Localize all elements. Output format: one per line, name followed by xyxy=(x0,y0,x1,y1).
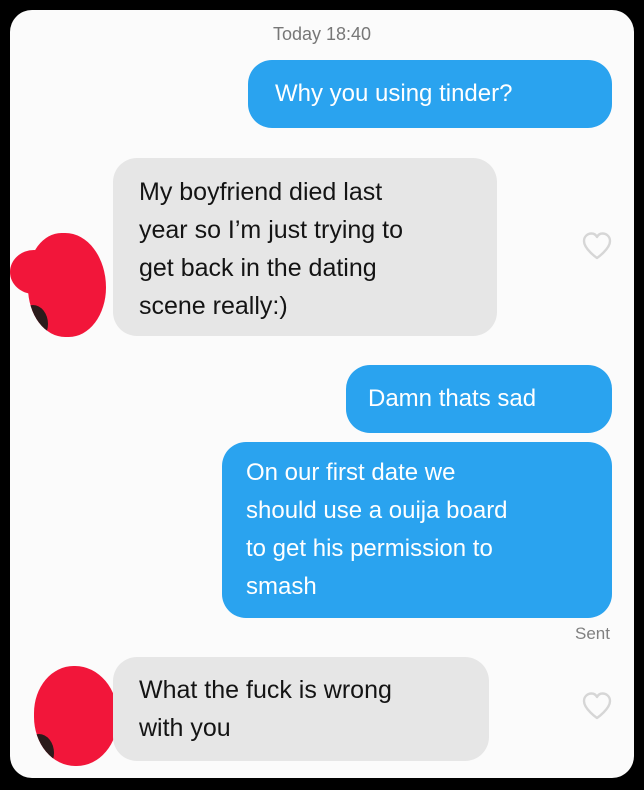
avatar[interactable] xyxy=(28,233,106,337)
message-line: My boyfriend died last xyxy=(139,178,383,206)
timestamp: Today 18:40 xyxy=(272,24,372,44)
message-line: to get his permission to xyxy=(246,535,493,562)
heart-outline-icon[interactable] xyxy=(581,690,613,722)
message-line: scene really:) xyxy=(139,292,288,320)
outgoing-message-bubble[interactable]: Damn thats sad xyxy=(346,365,612,433)
message-line: What the fuck is wrong xyxy=(139,676,392,704)
message-line: year so I’m just trying to xyxy=(139,216,403,244)
outgoing-message-bubble[interactable]: Why you using tinder? xyxy=(248,60,612,128)
message-line: Why you using tinder? xyxy=(275,80,513,107)
message-line: Damn thats sad xyxy=(368,385,537,412)
message-line: should use a ouija board xyxy=(246,497,508,524)
avatar-shadow xyxy=(34,734,54,766)
outgoing-message-bubble[interactable]: On our first date we should use a ouija … xyxy=(222,442,612,618)
chat-window: Today 18:40 Why you using tinder? My boy… xyxy=(10,10,634,778)
message-line: get back in the dating xyxy=(139,254,377,282)
sent-status: Sent xyxy=(575,624,610,643)
avatar[interactable] xyxy=(34,666,118,766)
incoming-message-bubble[interactable]: What the fuck is wrong with you xyxy=(113,657,489,761)
incoming-message-bubble[interactable]: My boyfriend died last year so I’m just … xyxy=(113,158,497,336)
message-line: smash xyxy=(246,573,317,600)
heart-outline-icon[interactable] xyxy=(581,230,613,262)
avatar-shadow xyxy=(28,305,48,337)
message-line: On our first date we xyxy=(246,459,456,486)
message-line: with you xyxy=(139,714,231,742)
